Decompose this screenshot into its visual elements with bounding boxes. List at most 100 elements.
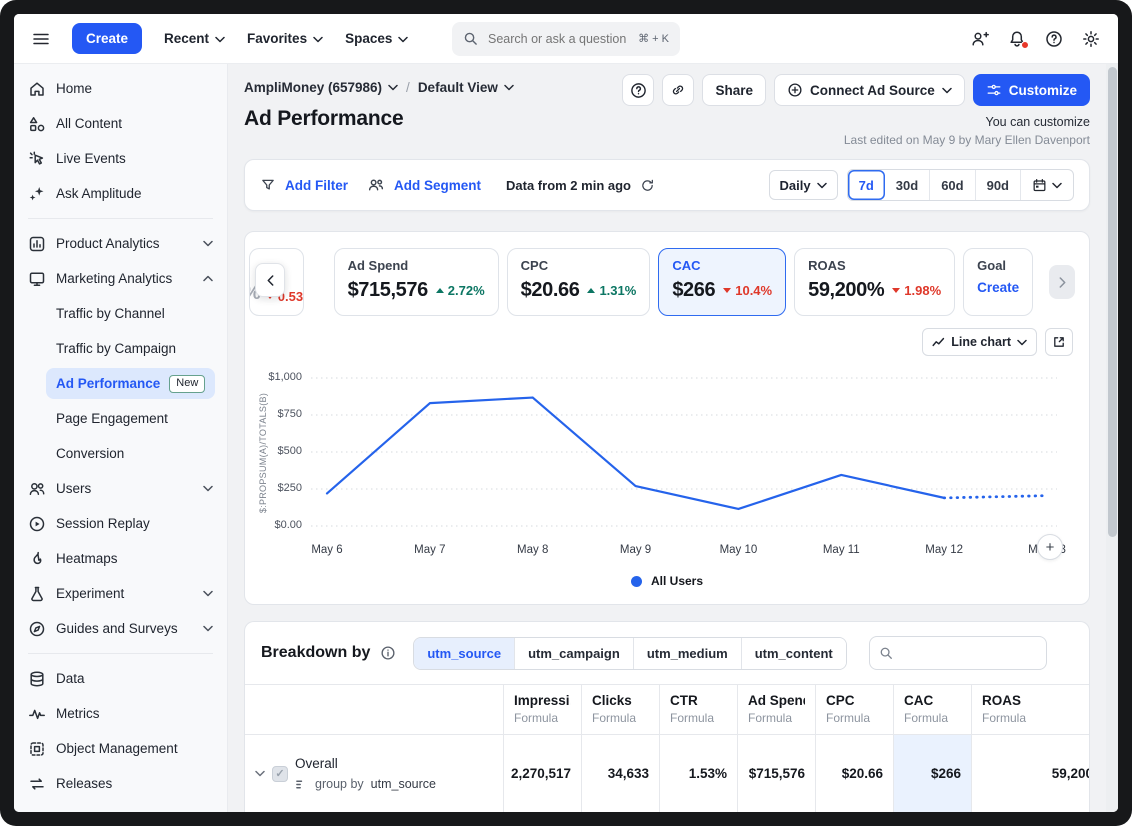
sidebar-item-traffic-by-campaign[interactable]: Traffic by Campaign [14, 331, 227, 366]
notification-dot [1021, 41, 1029, 49]
sidebar-item-guides-and-surveys[interactable]: Guides and Surveys [14, 611, 227, 646]
line-chart-icon [932, 337, 945, 348]
connect-ad-source-button[interactable]: Connect Ad Source [774, 74, 965, 106]
top-navbar: Create Recent Favorites Spaces ⌘ + K [14, 14, 1118, 64]
sidebar-item-label: Users [56, 481, 91, 496]
sidebar-item-label: Releases [56, 776, 112, 791]
range-60d[interactable]: 60d [929, 170, 974, 200]
cell-ad-spend: $715,576 [737, 735, 815, 812]
row-checkbox[interactable]: ✓ [272, 766, 288, 782]
spaces-menu[interactable]: Spaces [345, 31, 408, 46]
breadcrumb-project[interactable]: AmpliMoney (657986) [244, 80, 398, 95]
sidebar-item-home[interactable]: Home [14, 71, 227, 106]
info-icon[interactable] [380, 645, 396, 661]
metric-card-roas[interactable]: ROAS 59,200% 1.98% [794, 248, 955, 316]
hamburger-menu-icon[interactable] [32, 30, 50, 48]
chevron-down-icon [388, 84, 398, 91]
scrollbar-thumb[interactable] [1108, 67, 1117, 537]
metric-card-cpc[interactable]: CPC $20.66 1.31% [507, 248, 651, 316]
favorites-menu-label: Favorites [247, 31, 307, 46]
scrollbar-track[interactable] [1106, 64, 1118, 812]
sidebar-item-all-content[interactable]: All Content [14, 106, 227, 141]
help-button[interactable] [622, 74, 654, 106]
granularity-select[interactable]: Daily [769, 170, 838, 200]
add-segment-button[interactable]: Add Segment [394, 178, 481, 193]
sidebar-item-page-engagement[interactable]: Page Engagement [14, 401, 227, 436]
chart-type-select[interactable]: Line chart [922, 328, 1037, 356]
sidebar-item-experiment[interactable]: Experiment [14, 576, 227, 611]
range-90d[interactable]: 90d [975, 170, 1020, 200]
last-edited-text: Last edited on May 9 by Mary Ellen Daven… [844, 133, 1090, 147]
sidebar-item-marketing-analytics[interactable]: Marketing Analytics [14, 261, 227, 296]
metric-card-cac[interactable]: CAC $266 10.4% [658, 248, 786, 316]
sidebar-item-conversion[interactable]: Conversion [14, 436, 227, 471]
x-axis-tick: May 6 [292, 544, 362, 556]
x-axis-tick: May 8 [498, 544, 568, 556]
add-filter-button[interactable]: Add Filter [285, 178, 348, 193]
sidebar-item-live-events[interactable]: Live Events [14, 141, 227, 176]
help-icon[interactable] [1045, 30, 1063, 48]
custom-date-range-button[interactable] [1020, 170, 1073, 200]
sidebar-divider [28, 653, 213, 654]
create-goal-link[interactable]: Create [977, 280, 1019, 295]
column-header-ctr[interactable]: CTR Formula [659, 685, 737, 734]
sidebar-item-data[interactable]: Data [14, 661, 227, 696]
breakdown-search-input[interactable] [900, 645, 1037, 662]
create-button[interactable]: Create [72, 23, 142, 54]
cell-clicks: 34,633 [581, 735, 659, 812]
sidebar-item-heatmaps[interactable]: Heatmaps [14, 541, 227, 576]
scroll-cards-right-button[interactable] [1049, 265, 1075, 299]
range-7d[interactable]: 7d [848, 170, 885, 200]
chart-legend[interactable]: All Users [245, 574, 1089, 588]
breakdown-table: Impressi… Formula Clicks Formula CTR For… [245, 684, 1089, 812]
metric-card-ad-spend[interactable]: Ad Spend $715,576 2.72% [334, 248, 499, 316]
column-header-clicks[interactable]: Clicks Formula [581, 685, 659, 734]
gear-icon[interactable] [1082, 30, 1100, 48]
add-user-icon[interactable] [970, 30, 989, 48]
sidebar-item-ad-performance[interactable]: Ad Performance New [46, 368, 215, 399]
global-search[interactable]: ⌘ + K [452, 22, 680, 56]
sidebar-item-label: Page Engagement [56, 411, 168, 426]
tab-utm-content[interactable]: utm_content [741, 638, 846, 669]
column-header-cac[interactable]: CAC Formula [893, 685, 971, 734]
add-annotation-button[interactable]: + [1037, 534, 1063, 560]
sidebar-item-traffic-by-channel[interactable]: Traffic by Channel [14, 296, 227, 331]
customize-button[interactable]: Customize [973, 74, 1090, 106]
expand-row-chevron-icon[interactable] [255, 770, 265, 777]
sidebar-item-metrics[interactable]: Metrics [14, 696, 227, 731]
group-by-line[interactable]: group by utm_source [295, 777, 436, 791]
search-input[interactable] [486, 31, 630, 47]
favorites-menu[interactable]: Favorites [247, 31, 323, 46]
column-header-cpc[interactable]: CPC Formula [815, 685, 893, 734]
tab-utm-source[interactable]: utm_source [414, 638, 514, 669]
sidebar-item-users[interactable]: Users [14, 471, 227, 506]
breadcrumb-view[interactable]: Default View [418, 80, 514, 95]
copy-link-button[interactable] [662, 74, 694, 106]
open-chart-button[interactable] [1045, 328, 1073, 356]
tab-utm-campaign[interactable]: utm_campaign [514, 638, 633, 669]
sidebar-item-label: Marketing Analytics [56, 271, 172, 286]
breakdown-search[interactable] [869, 636, 1047, 670]
chevron-down-icon [203, 240, 213, 247]
sidebar-item-ask-amplitude[interactable]: Ask Amplitude [14, 176, 227, 211]
column-header-ad-spend[interactable]: Ad Spend Formula [737, 685, 815, 734]
sidebar-item-label: Session Replay [56, 516, 150, 531]
tab-utm-medium[interactable]: utm_medium [633, 638, 741, 669]
recent-menu[interactable]: Recent [164, 31, 225, 46]
sidebar-item-product-analytics[interactable]: Product Analytics [14, 226, 227, 261]
cell-cac: $266 [893, 735, 971, 812]
line-chart-plot[interactable]: $:PROPSUM(A)/TOTALS(B) $1,000 $750 $500 … [311, 368, 1057, 538]
cell-impressions: 2,270,517 [503, 735, 581, 812]
column-header-roas[interactable]: ROAS Formula [971, 685, 1090, 734]
scroll-cards-left-button[interactable] [255, 263, 285, 297]
column-header-impressions[interactable]: Impressi… Formula [503, 685, 581, 734]
range-30d[interactable]: 30d [885, 170, 929, 200]
refresh-icon[interactable] [640, 178, 655, 193]
metric-delta: 10.4% [723, 283, 772, 298]
sidebar-item-session-replay[interactable]: Session Replay [14, 506, 227, 541]
sidebar-item-releases[interactable]: Releases [14, 766, 227, 801]
share-button[interactable]: Share [702, 74, 766, 106]
sidebar-item-object-management[interactable]: Object Management [14, 731, 227, 766]
chevron-down-icon [1017, 339, 1027, 346]
notifications-bell-icon[interactable] [1008, 30, 1026, 48]
